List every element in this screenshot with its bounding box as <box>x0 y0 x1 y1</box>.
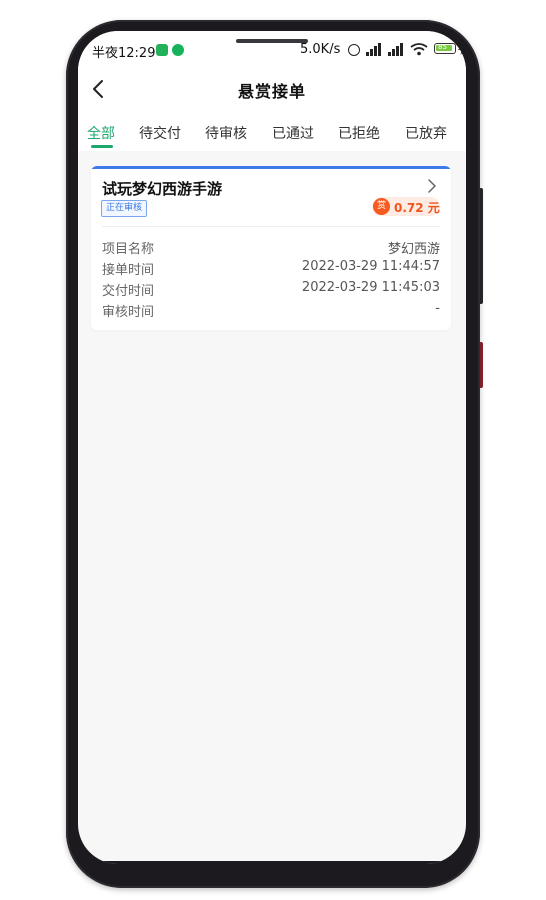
reward-pill: 赏 0.72 元 <box>372 197 440 216</box>
detail-label: 交付时间 <box>102 284 155 299</box>
tab-pending-review[interactable]: 待审核 <box>205 123 247 143</box>
screen-bottom-edge <box>78 861 466 864</box>
signal-icon <box>388 43 406 56</box>
card-divider <box>102 226 440 227</box>
signal-icon <box>366 43 384 56</box>
detail-value: 2022-03-29 11:45:03 <box>301 280 440 295</box>
detail-label: 项目名称 <box>102 242 155 257</box>
phone-screen: 半夜12:29 5.0K/s 85 悬赏接单 全部 待交付 待审核 已通过 已拒… <box>78 31 466 864</box>
battery-icon: 85 <box>434 43 456 54</box>
wifi-icon <box>410 43 428 56</box>
tab-all[interactable]: 全部 <box>87 123 115 143</box>
detail-row-project: 项目名称 梦幻西游 <box>102 238 440 258</box>
order-title: 试玩梦幻西游手游 <box>102 180 223 198</box>
page-title: 悬赏接单 <box>237 82 306 101</box>
status-time: 半夜12:29 <box>92 46 156 61</box>
detail-row-delivery-time: 交付时间 2022-03-29 11:45:03 <box>102 280 440 300</box>
reward-icon: 赏 <box>373 198 390 215</box>
network-speed: 5.0K/s <box>300 42 341 57</box>
chevron-right-icon[interactable] <box>427 179 437 193</box>
detail-row-review-time: 审核时间 - <box>102 301 440 321</box>
reward-amount: 0.72 元 <box>394 201 440 215</box>
order-card[interactable]: 试玩梦幻西游手游 正在审核 赏 0.72 元 项目名称 梦幻西游 接单时间 20… <box>91 166 451 330</box>
alarm-icon <box>348 44 360 56</box>
status-badge: 正在审核 <box>101 200 148 217</box>
detail-value: 2022-03-29 11:44:57 <box>301 259 440 274</box>
active-tab-indicator <box>91 145 113 148</box>
detail-label: 审核时间 <box>102 305 155 320</box>
tab-rejected[interactable]: 已拒绝 <box>338 123 380 143</box>
status-bar: 半夜12:29 5.0K/s 85 <box>92 40 466 62</box>
battery-level: 85 <box>438 43 447 51</box>
status-tabs: 全部 待交付 待审核 已通过 已拒绝 已放弃 <box>78 117 466 151</box>
charging-icon <box>458 43 466 55</box>
detail-label: 接单时间 <box>102 263 155 278</box>
detail-value: - <box>435 301 440 316</box>
tab-approved[interactable]: 已通过 <box>272 123 314 143</box>
detail-value: 梦幻西游 <box>387 242 440 257</box>
card-accent-bar <box>91 166 451 169</box>
app-notification-icon <box>156 44 168 56</box>
nav-bar: 悬赏接单 <box>78 73 466 105</box>
tab-pending-delivery[interactable]: 待交付 <box>139 123 181 143</box>
wechat-notification-icon <box>172 44 184 56</box>
detail-row-accept-time: 接单时间 2022-03-29 11:44:57 <box>102 259 440 279</box>
tab-abandoned[interactable]: 已放弃 <box>405 123 447 143</box>
